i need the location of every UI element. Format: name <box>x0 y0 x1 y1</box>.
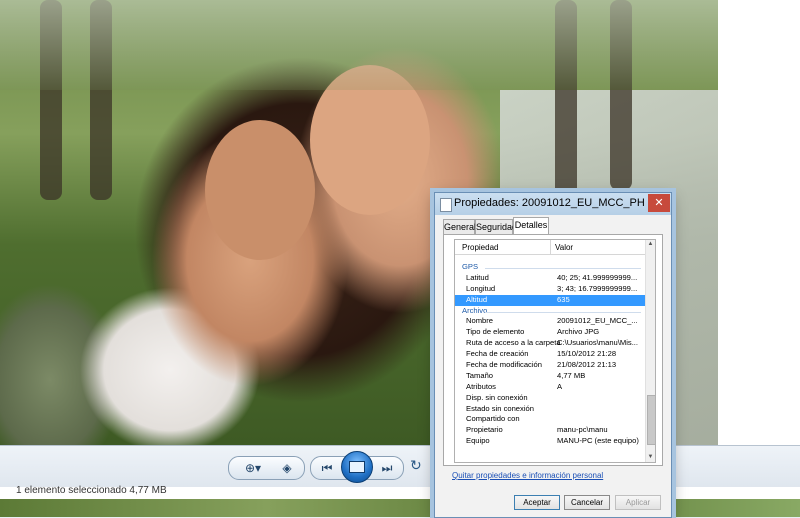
dialog-title: Propiedades: 20091012_EU_MCC_PHO-09-01..… <box>454 197 644 209</box>
fit-icon[interactable]: ◈ <box>273 457 301 479</box>
list-item[interactable]: Compartido con <box>455 414 645 425</box>
tab-detalles[interactable]: Detalles <box>513 217 549 235</box>
column-header-value[interactable]: Valor <box>555 243 573 252</box>
next-icon[interactable]: ⏭ <box>373 457 401 479</box>
tab-general[interactable]: General <box>443 219 476 234</box>
column-header-property[interactable]: Propiedad <box>462 243 498 252</box>
details-panel: Propiedad Valor ... GPS Latitud 40; 25; 4… <box>443 234 663 466</box>
tab-seguridad[interactable]: Seguridad <box>475 219 517 234</box>
tree-trunk <box>610 0 632 190</box>
list-item[interactable]: Tipo de elemento Archivo JPG <box>455 327 645 338</box>
list-item[interactable]: Equipo MANU-PC (este equipo) <box>455 436 645 447</box>
status-bar: 1 elemento seleccionado 4,77 MB <box>0 485 800 499</box>
list-item-selected[interactable]: Altitud 635 <box>455 294 645 306</box>
zoom-icon[interactable]: ⊕▾ <box>239 457 267 479</box>
list-item[interactable]: Latitud 40; 25; 41.999999999... <box>455 273 645 284</box>
list-rows: ... GPS Latitud 40; 25; 41.999999999... L… <box>455 257 645 447</box>
list-item[interactable]: Tamaño 4,77 MB <box>455 371 645 382</box>
section-gps: GPS <box>455 262 645 273</box>
viewer-side-panel <box>718 0 800 445</box>
previous-icon[interactable]: ⏮ <box>313 457 341 479</box>
rotate-icon[interactable]: ↻ <box>410 457 422 474</box>
dialog-titlebar[interactable]: Propiedades: 20091012_EU_MCC_PHO-09-01..… <box>435 193 671 215</box>
list-item[interactable]: Ruta de acceso a la carpeta C:\Usuarios\m… <box>455 338 645 349</box>
scrollbar-thumb[interactable] <box>647 395 655 445</box>
zoom-group: ⊕▾ ◈ <box>228 456 305 480</box>
list-item[interactable]: Atributos A <box>455 382 645 393</box>
scroll-down-icon[interactable]: ▼ <box>646 453 655 462</box>
list-item[interactable]: Nombre 20091012_EU_MCC_... <box>455 316 645 327</box>
status-text: 1 elemento seleccionado 4,77 MB <box>16 485 167 496</box>
section-archivo: Archivo <box>455 306 645 317</box>
tree-trunk <box>90 0 112 200</box>
face <box>310 65 430 215</box>
list-item[interactable]: Propietario manu-pc\manu <box>455 425 645 436</box>
face <box>205 120 315 260</box>
taskbar-background <box>0 499 800 517</box>
file-icon <box>440 198 452 212</box>
remove-properties-link[interactable]: Quitar propiedades e información persona… <box>452 471 603 480</box>
close-icon[interactable]: ✕ <box>648 194 670 212</box>
properties-dialog: Propiedades: 20091012_EU_MCC_PHO-09-01..… <box>434 192 672 518</box>
slideshow-icon[interactable] <box>341 451 373 483</box>
accept-button[interactable]: Aceptar <box>514 495 560 510</box>
list-item[interactable]: Disp. sin conexión <box>455 393 645 404</box>
scroll-up-icon[interactable]: ▲ <box>646 240 655 249</box>
list-item[interactable]: Estado sin conexión <box>455 404 645 415</box>
cancel-button[interactable]: Cancelar <box>564 495 610 510</box>
viewer-toolbar: ⊕▾ ◈ ⏮ ⏭ <box>0 445 800 488</box>
list-header: Propiedad Valor <box>455 240 645 255</box>
tree-trunk <box>40 0 62 200</box>
list-item[interactable]: Fecha de modificación 21/08/2012 21:13 <box>455 360 645 371</box>
list-item[interactable]: Fecha de creación 15/10/2012 21:28 <box>455 349 645 360</box>
column-divider[interactable] <box>550 240 551 254</box>
properties-list[interactable]: Propiedad Valor ... GPS Latitud 40; 25; 4… <box>454 239 656 463</box>
list-item[interactable]: Longitud 3; 43; 16.7999999999... <box>455 284 645 295</box>
tree-trunk <box>555 0 577 200</box>
vertical-scrollbar[interactable]: ▲ ▼ <box>645 240 655 462</box>
apply-button[interactable]: Aplicar <box>615 495 661 510</box>
